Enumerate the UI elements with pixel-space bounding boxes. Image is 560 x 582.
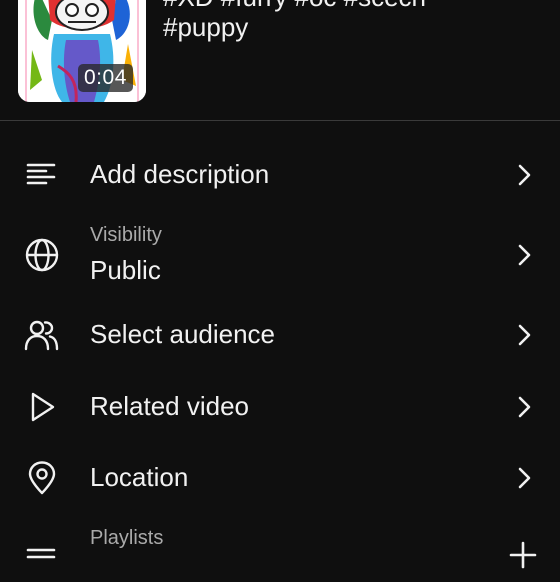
playlist-icon xyxy=(24,546,60,582)
plus-icon[interactable] xyxy=(508,540,538,570)
chevron-right-icon xyxy=(512,323,536,347)
chevron-right-icon xyxy=(512,395,536,419)
location-pin-icon xyxy=(24,460,60,496)
chevron-right-icon xyxy=(512,243,536,267)
select-audience-label: Select audience xyxy=(90,319,276,349)
playlists-row[interactable]: Playlists xyxy=(0,518,560,569)
select-audience-row[interactable]: Select audience xyxy=(0,306,560,364)
related-video-row[interactable]: Related video xyxy=(0,378,560,436)
video-title-line[interactable]: #puppy xyxy=(163,12,248,43)
play-icon xyxy=(24,389,60,425)
location-label: Location xyxy=(90,462,189,492)
visibility-value: Public xyxy=(90,255,161,285)
add-description-row[interactable]: Add description xyxy=(0,146,560,204)
visibility-sublabel: Visibility xyxy=(90,224,162,246)
video-duration: 0:04 xyxy=(78,64,133,92)
add-description-label: Add description xyxy=(90,159,270,189)
chevron-right-icon xyxy=(512,466,536,490)
divider xyxy=(0,120,560,121)
location-row[interactable]: Location xyxy=(0,449,560,507)
people-icon xyxy=(24,317,60,353)
globe-icon xyxy=(24,237,60,273)
chevron-right-icon xyxy=(512,163,536,187)
related-video-label: Related video xyxy=(90,391,249,421)
text-lines-icon xyxy=(24,157,60,193)
visibility-row[interactable]: Visibility Public xyxy=(0,216,560,290)
playlists-sublabel: Playlists xyxy=(90,527,164,549)
